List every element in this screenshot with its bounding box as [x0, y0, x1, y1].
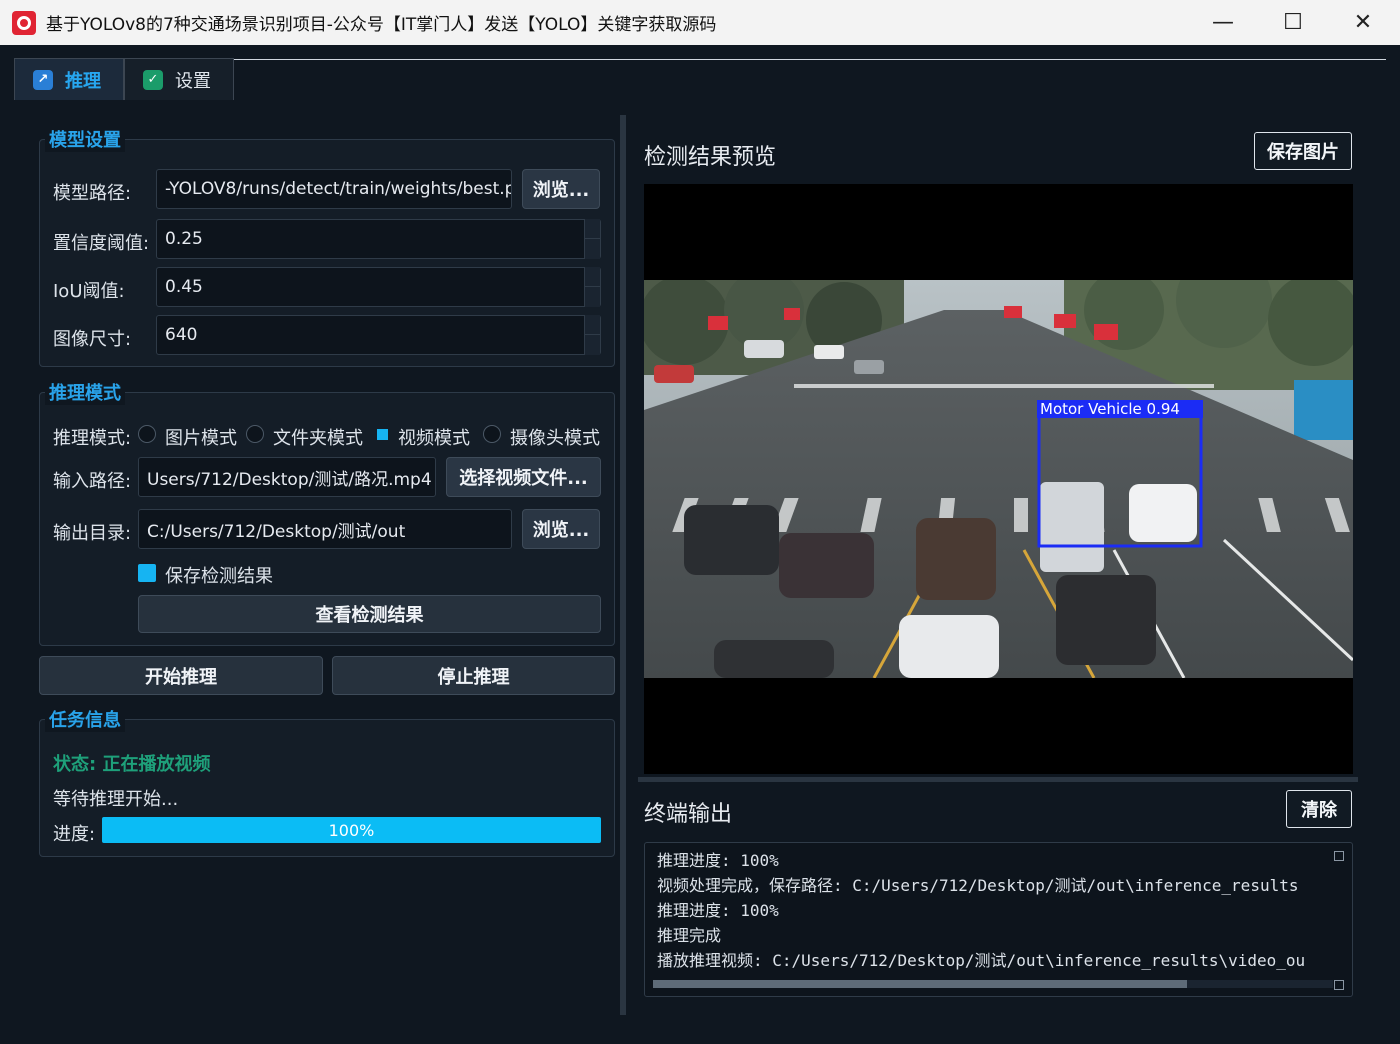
model-path-field[interactable]: -YOLOV8/runs/detect/train/weights/best.p…: [156, 169, 512, 209]
horizontal-scrollbar[interactable]: [653, 980, 1333, 988]
radio-video-mode[interactable]: [377, 429, 388, 440]
confidence-label: 置信度阈值:: [53, 233, 150, 254]
detection-preview: Motor Vehicle 0.94: [644, 184, 1353, 774]
terminal-line: 视频处理完成，保存路径: C:/Users/712/Desktop/测试/out…: [657, 876, 1299, 895]
save-results-label[interactable]: 保存检测结果: [165, 562, 273, 588]
radio-camera-mode-label[interactable]: 摄像头模式: [510, 424, 600, 450]
stop-inference-button[interactable]: 停止推理: [332, 656, 615, 695]
confidence-spinbox[interactable]: 0.25: [156, 219, 601, 259]
confidence-stepper[interactable]: [584, 219, 601, 259]
radio-folder-mode-label[interactable]: 文件夹模式: [273, 424, 363, 450]
output-dir-label: 输出目录:: [53, 523, 132, 544]
terminal-line: 播放推理视频: C:/Users/712/Desktop/测试/out\infe…: [657, 951, 1306, 970]
check-icon: ✓: [143, 69, 163, 90]
status-text: 状态: 正在播放视频: [53, 754, 211, 775]
output-dir-field[interactable]: C:/Users/712/Desktop/测试/out: [138, 509, 512, 549]
terminal-line: 推理完成: [657, 926, 722, 945]
app-logo-icon: [12, 10, 36, 35]
image-size-value: 640: [165, 325, 198, 345]
model-path-label: 模型路径:: [53, 183, 132, 204]
radio-image-mode[interactable]: [138, 425, 156, 443]
progress-text: 100%: [328, 820, 375, 840]
inference-mode-title: 推理模式: [45, 379, 125, 405]
start-inference-button[interactable]: 开始推理: [39, 656, 323, 695]
tab-bar: ↗ 推理 ✓ 设置: [14, 58, 234, 100]
radio-video-mode-label[interactable]: 视频模式: [398, 424, 470, 450]
terminal-line: 推理进度: 100%: [657, 851, 779, 870]
tab-inference-label: 推理: [65, 70, 101, 92]
confidence-value: 0.25: [165, 229, 203, 249]
terminal-line: 推理进度: 100%: [657, 901, 779, 920]
tab-settings[interactable]: ✓ 设置: [124, 58, 234, 100]
radio-camera-mode[interactable]: [483, 425, 501, 443]
tab-inference[interactable]: ↗ 推理: [14, 58, 124, 100]
traffic-scene-image: Motor Vehicle 0.94: [644, 280, 1353, 678]
mode-label: 推理模式:: [53, 428, 132, 449]
image-size-label: 图像尺寸:: [53, 329, 132, 350]
terminal-output[interactable]: 推理进度: 100% 视频处理完成，保存路径: C:/Users/712/Des…: [644, 842, 1353, 997]
iou-spinbox[interactable]: 0.45: [156, 267, 601, 307]
window-title: 基于YOLOv8的7种交通场景识别项目-公众号【IT掌门人】发送【YOLO】关键…: [46, 15, 717, 35]
view-results-button[interactable]: 查看检测结果: [138, 595, 601, 633]
chart-icon: ↗: [33, 69, 53, 90]
save-image-button[interactable]: 保存图片: [1254, 132, 1352, 170]
scroll-up-icon[interactable]: [1334, 851, 1344, 861]
input-path-label: 输入路径:: [53, 471, 132, 492]
terminal-lines: 推理进度: 100% 视频处理完成，保存路径: C:/Users/712/Des…: [657, 848, 1337, 973]
iou-value: 0.45: [165, 277, 203, 297]
task-message: 等待推理开始...: [53, 789, 179, 810]
browse-output-button[interactable]: 浏览...: [522, 509, 600, 549]
iou-stepper[interactable]: [584, 267, 601, 307]
scroll-corner-icon[interactable]: [1334, 980, 1344, 990]
terminal-title: 终端输出: [644, 802, 733, 827]
clear-button[interactable]: 清除: [1286, 790, 1352, 828]
scrollbar-thumb[interactable]: [653, 980, 1187, 988]
radio-folder-mode[interactable]: [246, 425, 264, 443]
model-settings-title: 模型设置: [45, 126, 125, 152]
maximize-button[interactable]: ☐: [1258, 0, 1328, 45]
radio-image-mode-label[interactable]: 图片模式: [165, 424, 237, 450]
image-size-spinbox[interactable]: 640: [156, 315, 601, 355]
panel-splitter[interactable]: [620, 115, 626, 1015]
progress-bar: 100%: [102, 817, 601, 843]
preview-title: 检测结果预览: [644, 145, 777, 170]
image-size-stepper[interactable]: [584, 315, 601, 355]
title-bar: 基于YOLOv8的7种交通场景识别项目-公众号【IT掌门人】发送【YOLO】关键…: [0, 0, 1400, 45]
iou-label: IoU阈值:: [53, 281, 125, 302]
save-results-checkbox[interactable]: [138, 564, 156, 582]
browse-model-button[interactable]: 浏览...: [522, 169, 600, 209]
tab-settings-label: 设置: [175, 70, 211, 92]
vertical-splitter[interactable]: [638, 777, 1358, 782]
input-path-field[interactable]: Users/712/Desktop/测试/路况.mp4: [138, 457, 436, 497]
minimize-button[interactable]: —: [1188, 0, 1258, 45]
task-info-title: 任务信息: [45, 706, 125, 732]
progress-label: 进度:: [53, 824, 96, 845]
select-video-button[interactable]: 选择视频文件...: [446, 457, 601, 497]
close-button[interactable]: ✕: [1328, 0, 1398, 45]
detection-label: Motor Vehicle 0.94: [1040, 400, 1180, 418]
